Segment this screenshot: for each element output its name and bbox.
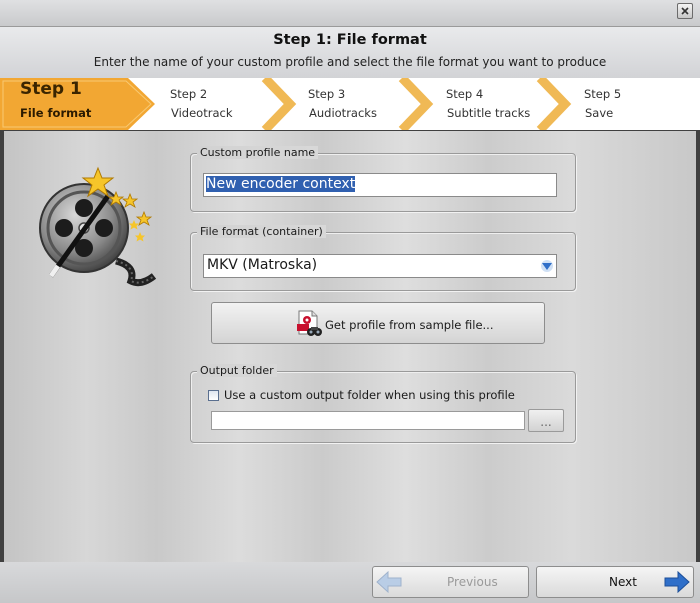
step-4-name: Subtitle tracks xyxy=(447,106,531,120)
close-button[interactable] xyxy=(677,3,693,19)
step-2-name: Videotrack xyxy=(171,106,233,120)
step-4-number: Step 4 xyxy=(446,87,484,101)
browse-folder-button[interactable]: ... xyxy=(528,409,564,432)
film-reel-wand-icon xyxy=(39,166,157,287)
sample-file-binoculars-icon xyxy=(297,310,322,336)
file-format-value: MKV (Matroska) xyxy=(207,257,318,273)
next-button[interactable]: Next xyxy=(536,566,694,598)
get-profile-from-sample-label: Get profile from sample file... xyxy=(325,318,494,332)
step-5-number: Step 5 xyxy=(584,87,622,101)
page-title: Step 1: File format xyxy=(273,32,427,48)
previous-button[interactable]: Previous xyxy=(372,566,529,598)
step-2-number: Step 2 xyxy=(170,87,208,101)
custom-output-folder-checkbox[interactable] xyxy=(208,390,219,401)
get-profile-from-sample-button[interactable]: Get profile from sample file... xyxy=(211,302,545,344)
previous-label: Previous xyxy=(447,575,498,589)
encoder-wizard-window: Step 1: File format Enter the name of yo… xyxy=(0,0,700,603)
step-5-name: Save xyxy=(585,106,614,120)
next-label: Next xyxy=(609,575,637,589)
wizard-footer: Previous Next xyxy=(0,562,700,603)
title-bar[interactable] xyxy=(0,0,700,27)
step-4[interactable]: Step 4 Subtitle tracks xyxy=(436,78,546,130)
output-folder-group: Output folder Use a custom output folder… xyxy=(190,364,576,443)
step-3-number: Step 3 xyxy=(308,87,346,101)
output-folder-path-input[interactable] xyxy=(211,411,525,430)
step-1-name: File format xyxy=(20,106,92,120)
step-3-name: Audiotracks xyxy=(309,106,377,120)
step-1-number: Step 1 xyxy=(20,79,82,99)
profile-name-input[interactable]: New encoder context xyxy=(203,173,557,197)
custom-output-folder-checkbox-label[interactable]: Use a custom output folder when using th… xyxy=(224,388,515,402)
content-panel: Custom profile name New encoder context … xyxy=(4,131,696,562)
custom-profile-name-label: Custom profile name xyxy=(197,146,319,159)
close-x-icon xyxy=(681,7,689,15)
output-folder-label: Output folder xyxy=(197,364,277,377)
dropdown-arrow-icon[interactable] xyxy=(540,259,554,273)
step-progress-bar: Step 1 File format Step 2 Videotrack Ste… xyxy=(0,78,700,130)
step-1[interactable]: Step 1 File format xyxy=(0,78,155,130)
file-format-select[interactable]: MKV (Matroska) xyxy=(203,254,557,278)
arrow-left-icon xyxy=(376,570,402,594)
step-5[interactable]: Step 5 Save xyxy=(574,78,684,130)
arrow-right-icon xyxy=(664,570,690,594)
custom-profile-name-group: Custom profile name New encoder context xyxy=(190,146,576,212)
page-subtitle: Enter the name of your custom profile an… xyxy=(93,55,607,69)
file-format-group: File format (container) MKV (Matroska) xyxy=(190,225,576,291)
step-3[interactable]: Step 3 Audiotracks xyxy=(298,78,408,130)
profile-name-value: New encoder context xyxy=(206,176,356,192)
file-format-label: File format (container) xyxy=(197,225,326,238)
wizard-header: Step 1: File format Enter the name of yo… xyxy=(0,27,700,78)
step-2[interactable]: Step 2 Videotrack xyxy=(160,78,270,130)
